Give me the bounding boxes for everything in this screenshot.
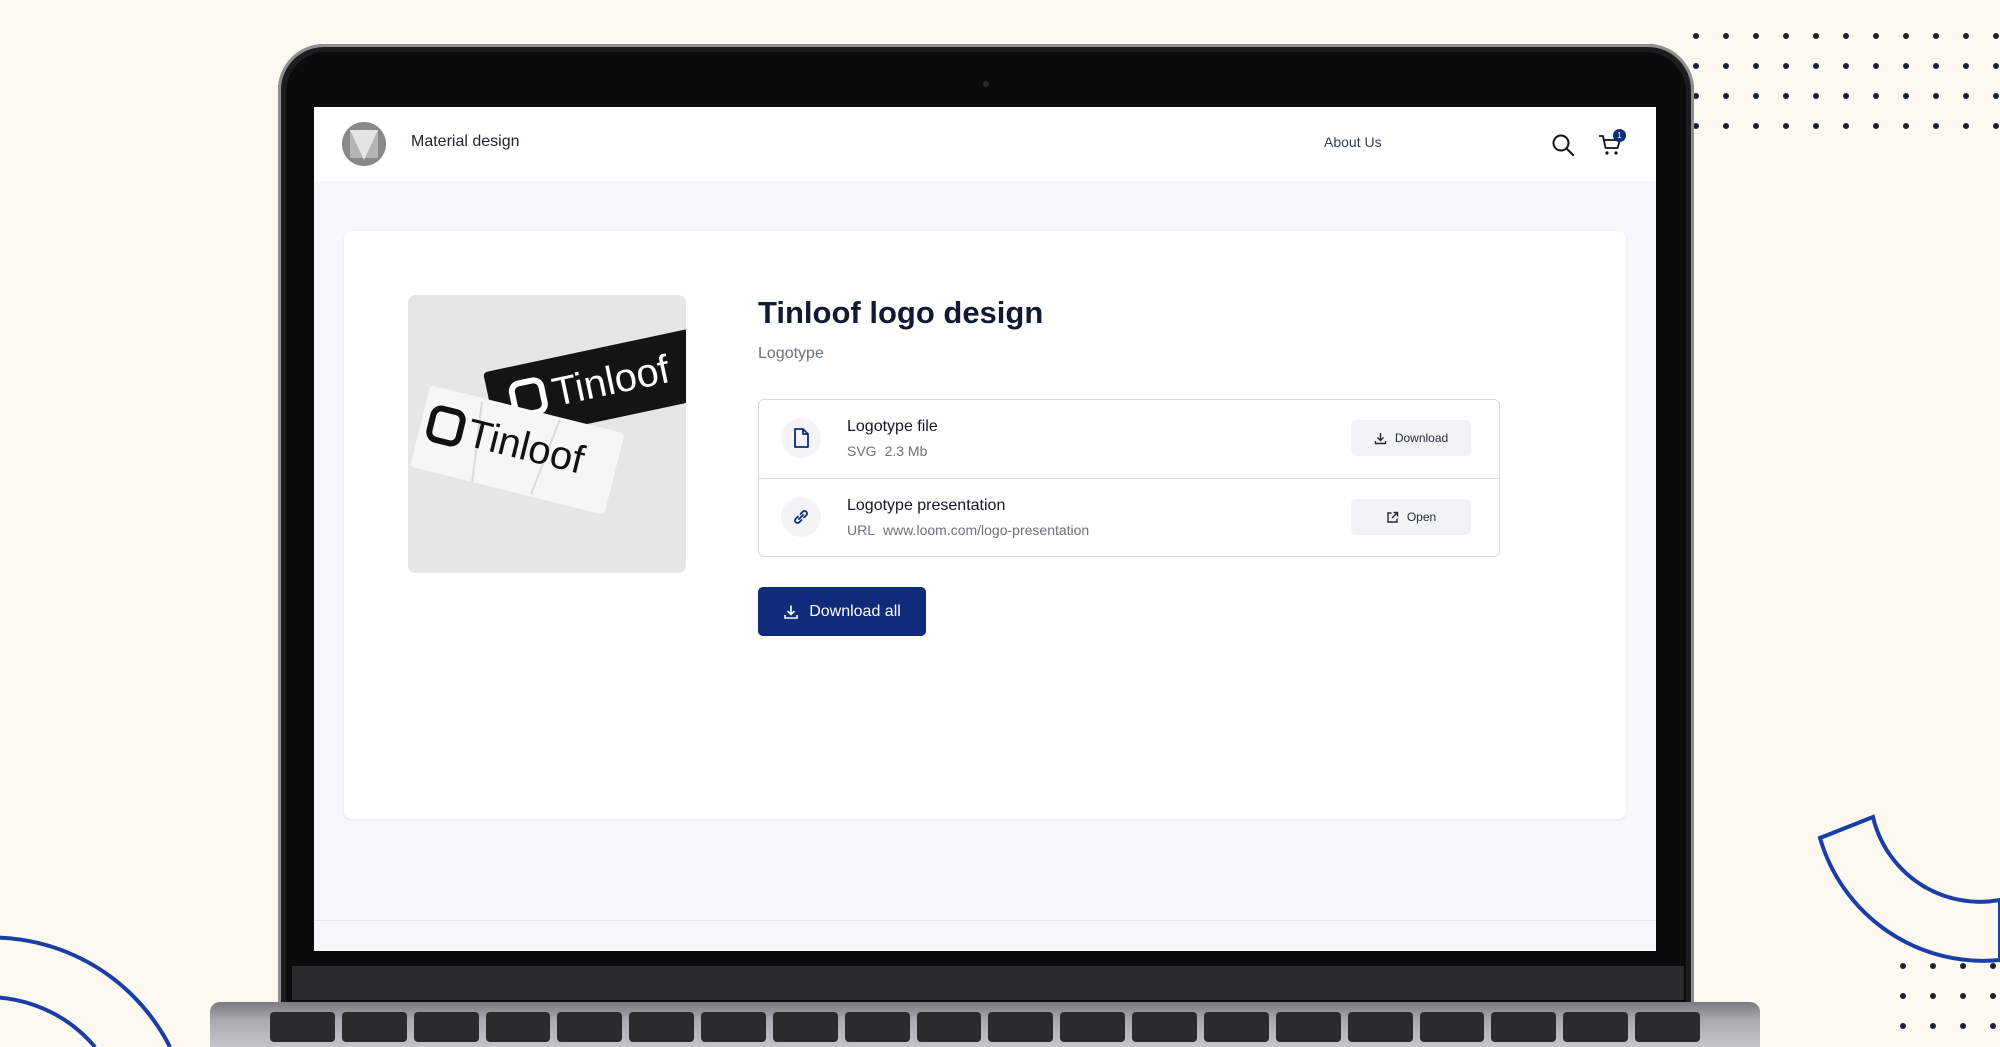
top-navigation: Material design About Us 1 bbox=[314, 107, 1656, 181]
footer-divider bbox=[314, 920, 1656, 921]
page-title: Tinloof logo design bbox=[758, 295, 1044, 330]
laptop-hinge bbox=[292, 966, 1684, 1000]
download-all-label: Download all bbox=[809, 602, 901, 620]
list-item: Logotype presentation URL www.loom.com/lo… bbox=[759, 478, 1499, 557]
file-url: www.loom.com/logo-presentation bbox=[883, 522, 1090, 538]
file-list: Logotype file SVG 2.3 Mb Download Logotyp… bbox=[758, 399, 1500, 557]
file-size: 2.3 Mb bbox=[884, 443, 928, 459]
list-item: Logotype file SVG 2.3 Mb Download bbox=[759, 400, 1499, 478]
material-logo-icon bbox=[342, 122, 386, 166]
file-icon bbox=[781, 418, 821, 458]
download-button[interactable]: Download bbox=[1351, 420, 1471, 456]
dot-pattern-top bbox=[1693, 33, 2000, 153]
keyboard bbox=[270, 1012, 1700, 1047]
file-name: Logotype file bbox=[847, 418, 938, 435]
external-link-icon bbox=[1387, 511, 1399, 523]
app-screen: Material design About Us 1 Tinloof Tinlo… bbox=[314, 107, 1656, 951]
open-button[interactable]: Open bbox=[1351, 499, 1471, 535]
download-all-button[interactable]: Download all bbox=[758, 587, 926, 636]
file-name: Logotype presentation bbox=[847, 497, 1006, 514]
link-icon bbox=[781, 497, 821, 537]
webcam bbox=[983, 81, 989, 87]
file-type: URL bbox=[847, 522, 876, 538]
product-image: Tinloof Tinloof bbox=[408, 295, 686, 573]
brand-logo[interactable] bbox=[342, 122, 386, 166]
page-subtitle: Logotype bbox=[758, 345, 824, 362]
file-meta: SVG 2.3 Mb bbox=[847, 443, 927, 459]
about-us-link[interactable]: About Us bbox=[1324, 134, 1382, 150]
search-icon[interactable] bbox=[1550, 132, 1576, 158]
product-card: Tinloof Tinloof Tinloof logo design Logo… bbox=[344, 231, 1626, 819]
download-icon bbox=[784, 605, 798, 619]
file-type: SVG bbox=[847, 443, 877, 459]
download-label: Download bbox=[1394, 431, 1449, 445]
download-icon bbox=[1374, 432, 1387, 444]
file-meta: URL www.loom.com/logo-presentation bbox=[847, 522, 1089, 538]
brand-name[interactable]: Material design bbox=[411, 133, 520, 151]
open-label: Open bbox=[1406, 510, 1437, 524]
cart-count-badge: 1 bbox=[1613, 129, 1626, 142]
dot-pattern-bottom bbox=[1900, 963, 2000, 1047]
